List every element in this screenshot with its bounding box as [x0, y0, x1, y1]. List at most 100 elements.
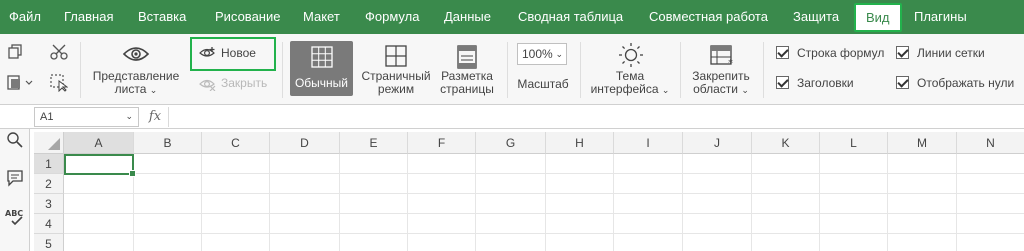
search-icon[interactable] [6, 131, 24, 149]
normal-view-button[interactable]: Обычный [290, 41, 353, 96]
freeze-panes-icon: * [710, 45, 733, 67]
close-view-icon [199, 79, 216, 91]
column-header[interactable]: B [134, 132, 202, 154]
column-header[interactable]: N [957, 132, 1024, 154]
theme-label2: интерфейса [590, 82, 659, 96]
column-header[interactable]: A [64, 132, 134, 154]
menu-pivot-table[interactable]: Сводная таблица [518, 0, 623, 34]
formula-bar: A1 ⌄ fx [0, 105, 1024, 129]
toolbar: Представление листа ⌄ Новое Закрыть Обыч… [0, 34, 1024, 105]
page-layout-label2: страницы [440, 82, 494, 96]
theme-button[interactable]: Тема интерфейса ⌄ [585, 70, 675, 97]
new-view-button[interactable]: Новое [221, 47, 256, 60]
spellcheck-icon[interactable]: ABC [5, 207, 25, 227]
left-side-panel: ABC [0, 129, 30, 251]
zoom-chevron-icon: ⌄ [555, 49, 563, 59]
grid-column-line [545, 154, 546, 251]
page-break-icon [385, 45, 407, 67]
grid-column-line [613, 154, 614, 251]
copy-icon[interactable] [8, 44, 24, 60]
menu-home[interactable]: Главная [64, 0, 113, 34]
menu-formula[interactable]: Формула [365, 0, 419, 34]
row-header[interactable]: 3 [34, 194, 64, 214]
menu-plugins[interactable]: Плагины [914, 0, 967, 34]
gridlines-label: Линии сетки [917, 46, 985, 60]
headings-label: Заголовки [797, 76, 854, 90]
zoom-select[interactable]: 100% ⌄ [517, 43, 567, 65]
menu-draw[interactable]: Рисование [215, 0, 280, 34]
gridlines-checkbox[interactable] [896, 46, 909, 59]
spreadsheet-grid: ABCDEFGHIJKLMN 12345 [34, 129, 1024, 251]
menu-collaboration[interactable]: Совместная работа [649, 0, 768, 34]
show-zeros-label: Отображать нули [917, 76, 1015, 90]
grid-column-line [887, 154, 888, 251]
select-all-corner[interactable] [34, 132, 64, 154]
chevron-down-icon: ⌄ [661, 85, 670, 95]
grid-row-line [64, 213, 1024, 214]
new-view-eye-icon [199, 47, 215, 57]
show-zeros-checkbox[interactable] [896, 76, 909, 89]
menu-layout[interactable]: Макет [303, 0, 340, 34]
comments-icon[interactable] [6, 169, 24, 187]
row-header[interactable]: 2 [34, 174, 64, 194]
close-view-button[interactable]: Закрыть [221, 77, 267, 90]
column-header[interactable]: C [202, 132, 270, 154]
formula-input[interactable] [172, 107, 1012, 127]
page-break-button[interactable]: Страничный режим [356, 70, 436, 96]
cell-reference: A1 [40, 111, 54, 123]
row-header[interactable]: 4 [34, 214, 64, 234]
column-header[interactable]: K [752, 132, 820, 154]
svg-text:ABC: ABC [5, 209, 23, 218]
formula-bar-checkbox[interactable] [776, 46, 789, 59]
row-header[interactable]: 1 [34, 154, 64, 174]
zoom-value: 100% [522, 47, 553, 61]
name-box[interactable]: A1 ⌄ [34, 107, 139, 127]
page-layout-button[interactable]: Разметка страницы [432, 70, 502, 96]
column-header[interactable]: E [340, 132, 408, 154]
svg-text:*: * [728, 58, 733, 67]
normal-view-label: Обычный [294, 76, 349, 90]
sun-icon [619, 43, 643, 67]
menu-file[interactable]: Файл [9, 0, 41, 34]
zoom-label: Масштаб [517, 77, 569, 91]
chevron-down-icon: ⌄ [741, 85, 749, 95]
column-header[interactable]: I [614, 132, 683, 154]
grid-column-line [956, 154, 957, 251]
menu-view[interactable]: Вид [854, 3, 902, 32]
headings-checkbox[interactable] [776, 76, 789, 89]
grid-row-line [64, 173, 1024, 174]
menu-bar: Файл Главная Вставка Рисование Макет Фор… [0, 0, 1024, 34]
grid-column-line [201, 154, 202, 251]
freeze-label2: области [693, 82, 738, 96]
paste-icon[interactable] [6, 74, 34, 90]
freeze-panes-button[interactable]: Закрепить области ⌄ [684, 70, 758, 97]
chevron-down-icon: ⌄ [149, 85, 158, 95]
column-header[interactable]: J [683, 132, 752, 154]
sheet-view-label2: листа [114, 82, 147, 96]
grid-column-line [339, 154, 340, 251]
grid-row-line [64, 193, 1024, 194]
column-header[interactable]: F [408, 132, 476, 154]
active-cell[interactable] [64, 154, 136, 177]
grid-column-line [682, 154, 683, 251]
grid-column-line [751, 154, 752, 251]
function-icon[interactable]: fx [145, 106, 165, 128]
column-header[interactable]: L [820, 132, 888, 154]
cut-icon[interactable] [50, 44, 68, 60]
menu-protection[interactable]: Защита [793, 0, 839, 34]
select-all-icon[interactable] [50, 74, 68, 92]
menu-data[interactable]: Данные [444, 0, 491, 34]
page-break-label2: режим [377, 82, 415, 96]
grid-column-line [475, 154, 476, 251]
menu-insert[interactable]: Вставка [138, 0, 186, 34]
column-header[interactable]: G [476, 132, 546, 154]
formula-bar-label: Строка формул [797, 46, 885, 60]
column-header[interactable]: H [546, 132, 614, 154]
row-header[interactable]: 5 [34, 234, 64, 251]
column-header[interactable]: D [270, 132, 340, 154]
page-layout-icon [457, 45, 477, 69]
column-header[interactable]: M [888, 132, 957, 154]
grid-column-line [269, 154, 270, 251]
grid-column-line [819, 154, 820, 251]
sheet-view-button[interactable]: Представление листа ⌄ [88, 70, 184, 97]
